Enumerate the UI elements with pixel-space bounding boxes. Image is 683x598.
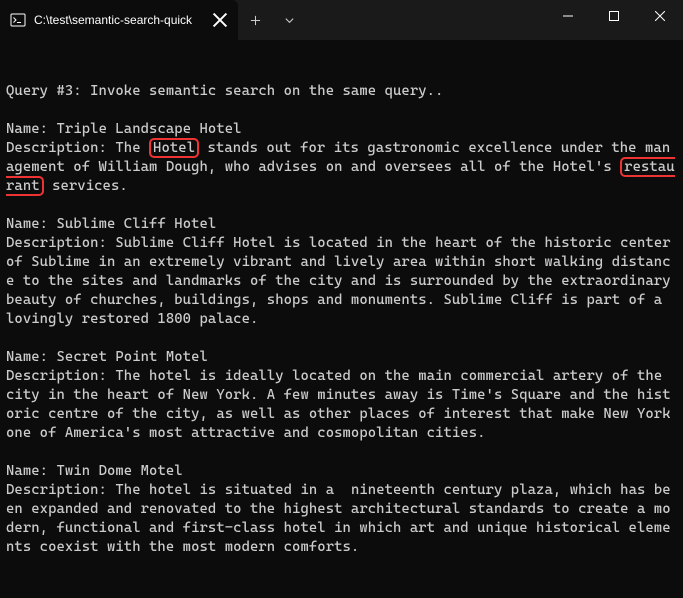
result-name: Secret Point Motel xyxy=(57,349,208,365)
result-desc-label: Description: xyxy=(6,140,107,156)
tab-title: C:\test\semantic-search-quick xyxy=(34,13,200,27)
terminal-output: Query #3: Invoke semantic search on the … xyxy=(0,40,683,561)
result-desc-text: The hotel is ideally located on the main… xyxy=(6,368,679,441)
result-name: Triple Landscape Hotel xyxy=(57,121,242,137)
window-controls xyxy=(545,0,683,40)
titlebar: C:\test\semantic-search-quick xyxy=(0,0,683,40)
tab-actions xyxy=(238,0,306,40)
tab-dropdown-button[interactable] xyxy=(272,0,306,40)
result-name-label: Name: xyxy=(6,463,48,479)
result-desc-text: services. xyxy=(44,178,128,194)
result-name: Sublime Cliff Hotel xyxy=(57,216,217,232)
tab-close-button[interactable] xyxy=(212,12,228,28)
close-window-button[interactable] xyxy=(637,0,683,32)
result-desc-label: Description: xyxy=(6,482,107,498)
minimize-button[interactable] xyxy=(545,0,591,32)
result-desc-text: The xyxy=(115,140,149,156)
result-name: Twin Dome Motel xyxy=(57,463,183,479)
new-tab-button[interactable] xyxy=(238,0,272,40)
result-name-label: Name: xyxy=(6,349,48,365)
result-name-label: Name: xyxy=(6,216,48,232)
maximize-button[interactable] xyxy=(591,0,637,32)
query-header: Query #3: Invoke semantic search on the … xyxy=(6,83,443,99)
highlight-hotel: Hotel xyxy=(149,138,199,158)
active-tab[interactable]: C:\test\semantic-search-quick xyxy=(0,0,238,40)
terminal-icon xyxy=(10,12,26,28)
result-desc-text: Sublime Cliff Hotel is located in the he… xyxy=(6,235,679,327)
result-desc-label: Description: xyxy=(6,368,107,384)
result-name-label: Name: xyxy=(6,121,48,137)
result-desc-label: Description: xyxy=(6,235,107,251)
